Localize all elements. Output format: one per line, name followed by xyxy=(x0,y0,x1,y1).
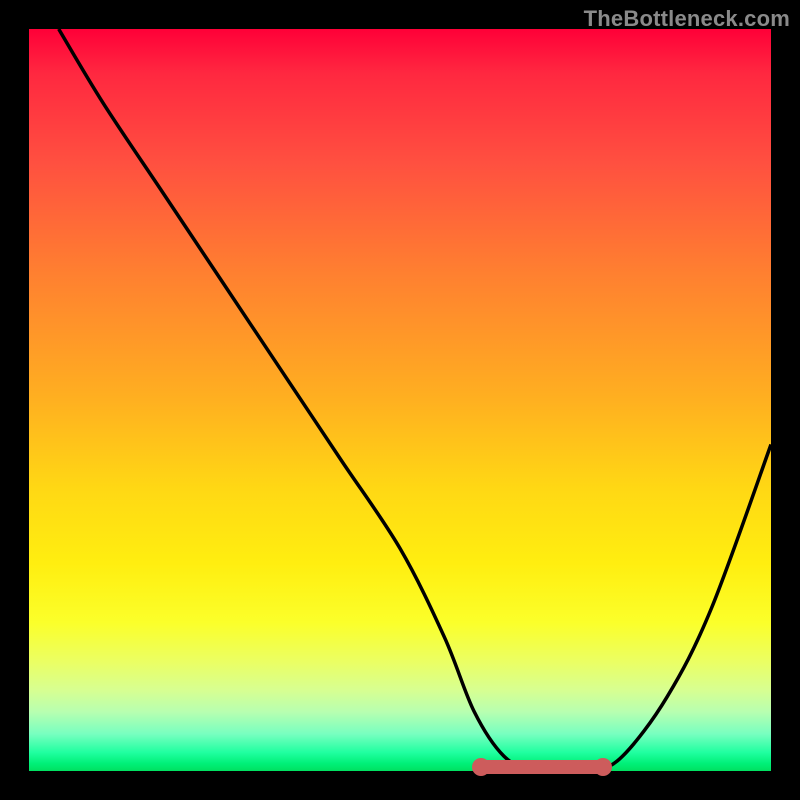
optimal-range-marker xyxy=(474,760,608,774)
chart-frame: TheBottleneck.com xyxy=(0,0,800,800)
plot-area xyxy=(29,29,771,771)
watermark-text: TheBottleneck.com xyxy=(584,6,790,32)
bottleneck-curve xyxy=(29,29,771,771)
